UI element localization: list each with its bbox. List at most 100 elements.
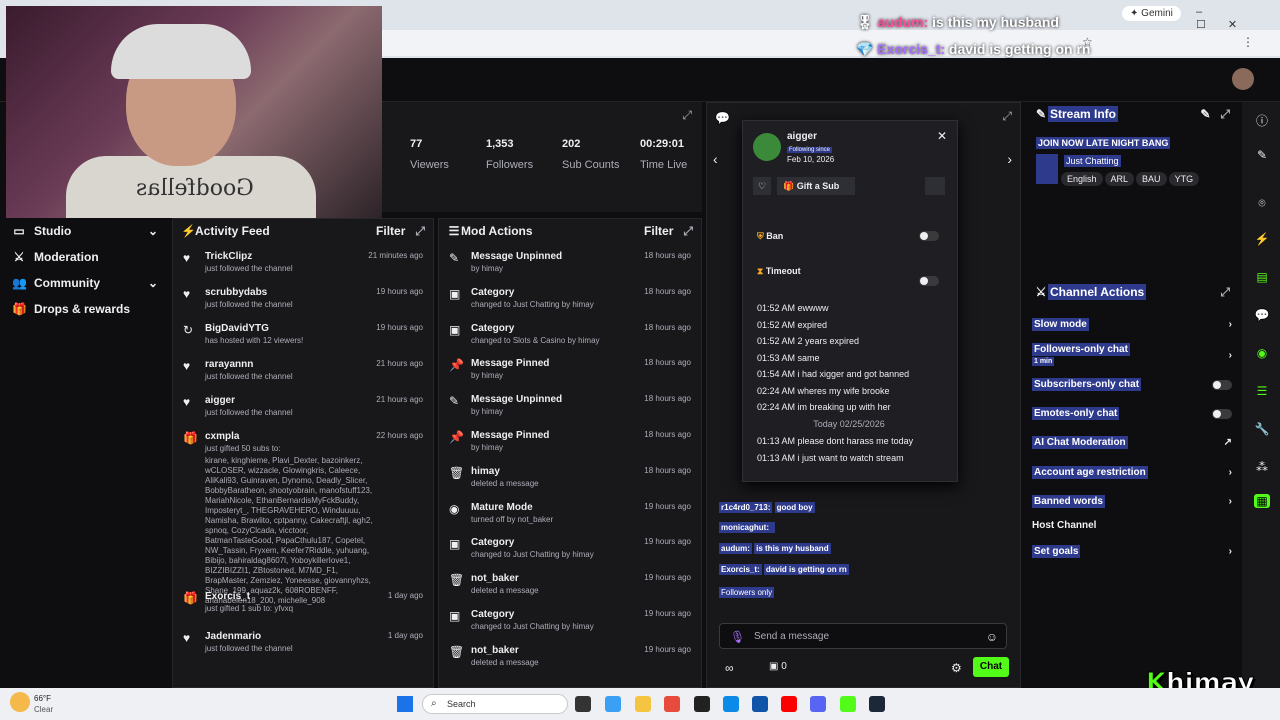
info-icon[interactable]: ⓘ: [1254, 112, 1270, 129]
feed-item[interactable]: 🎁 Exorcis_t just gifted 1 sub to: yfvxq 1 d…: [173, 591, 433, 614]
sidebar-item-studio[interactable]: ▭ Studio ⌄: [0, 218, 170, 244]
chevron-right-icon: ›: [1228, 496, 1232, 507]
slow-mode-item[interactable]: Slow mode ›: [1026, 318, 1238, 331]
subscribers-only-toggle[interactable]: [1212, 379, 1232, 390]
window-controls[interactable]: –☐✕: [1196, 6, 1280, 31]
menu-icon[interactable]: ⋮: [1242, 35, 1254, 49]
expand-icon[interactable]: ⤢: [1002, 109, 1012, 124]
people-icon[interactable]: ⁂: [1254, 460, 1270, 474]
feed-item[interactable]: ♥ aigger just followed the channel 21 hours…: [173, 395, 433, 418]
sidebar-item-drops[interactable]: 🎁 Drops & rewards: [0, 296, 170, 322]
broadcast-icon[interactable]: ◉: [1254, 346, 1270, 360]
mod-action-item[interactable]: ✎ Message Unpinned by himay 18 hours ago: [439, 394, 701, 417]
sword-icon: ⚔: [1035, 285, 1047, 299]
chat-send-button[interactable]: Chat: [973, 657, 1009, 677]
filter-button[interactable]: Filter: [376, 224, 405, 238]
banned-words-item[interactable]: Banned words ›: [1026, 495, 1238, 508]
list-icon[interactable]: ☰: [1254, 384, 1270, 398]
mod-action-icon: 🗑: [449, 644, 465, 659]
users-icon: 👥: [12, 276, 27, 290]
mod-action-item[interactable]: ▣ Category changed to Just Chatting by him…: [439, 609, 701, 632]
mod-action-item[interactable]: ▣ Category changed to Just Chatting by him…: [439, 287, 701, 310]
account-age-item[interactable]: Account age restriction ›: [1026, 466, 1238, 479]
youtube-icon[interactable]: [781, 696, 797, 712]
kick-icon[interactable]: [840, 696, 856, 712]
chat-icon[interactable]: 💬: [1254, 308, 1270, 322]
stat-viewers: 77 Viewers: [410, 138, 449, 171]
chevron-right-icon: ›: [1228, 319, 1232, 330]
mod-action-item[interactable]: ▣ Category changed to Just Chatting by him…: [439, 537, 701, 560]
ai-moderation-item[interactable]: AI Chat Moderation ↗: [1026, 436, 1238, 449]
camera-icon[interactable]: ⌾: [1254, 196, 1270, 211]
right-rail: ⓘ ✎ ⌾ ⚡ ▤ 💬 ◉ ☰ 🔧 ⁂ ▦: [1242, 102, 1280, 688]
chrome-icon[interactable]: [664, 696, 680, 712]
edge-icon[interactable]: [723, 696, 739, 712]
card-icon[interactable]: ▤: [1254, 270, 1270, 284]
mic-icon[interactable]: [925, 177, 945, 195]
timeout-toggle[interactable]: [919, 276, 939, 286]
expand-icon[interactable]: ⤢: [415, 224, 425, 239]
chat-input[interactable]: 🎙 Send a message ☺: [719, 623, 1007, 649]
feed-item[interactable]: ♥ rarayannn just followed the channel 21 ho…: [173, 359, 433, 382]
taskbar-search[interactable]: ⌕ Search: [422, 694, 568, 714]
taskview-icon[interactable]: [575, 696, 591, 712]
mod-action-icon: 🗑: [449, 465, 465, 480]
expand-icon[interactable]: ⤢: [682, 108, 692, 123]
mic-icon[interactable]: 🎙: [730, 630, 745, 644]
mod-action-item[interactable]: 🗑 not_baker deleted a message 19 hours ago: [439, 645, 701, 668]
popup-username[interactable]: aigger: [787, 131, 817, 142]
emotes-only-toggle[interactable]: [1212, 408, 1232, 419]
mod-action-item[interactable]: 🗑 himay deleted a message 18 hours ago: [439, 466, 701, 489]
avatar[interactable]: [1232, 68, 1254, 90]
mod-action-item[interactable]: 📌 Message Pinned by himay 18 hours ago: [439, 430, 701, 453]
set-goals-item[interactable]: Set goals ›: [1026, 545, 1238, 558]
expand-icon[interactable]: ⤢: [1220, 285, 1230, 300]
sidebar-item-moderation[interactable]: ⚔ Moderation: [0, 244, 170, 270]
lightning-icon[interactable]: ⚡: [1254, 232, 1270, 246]
feed-item[interactable]: ♥ Jadenmario just followed the channel 1 da…: [173, 631, 433, 654]
followers-only-item[interactable]: Followers-only chat 1 min ›: [1026, 343, 1238, 366]
emoji-icon[interactable]: ☺: [986, 630, 998, 644]
mod-action-item[interactable]: ▣ Category changed to Slots & Casino by hi…: [439, 323, 701, 346]
chevron-left-icon[interactable]: ‹: [713, 151, 718, 167]
subscribers-only-item[interactable]: Subscribers-only chat: [1026, 378, 1238, 391]
channel-actions-panel: ⚔ Channel Actions ⤢ Slow mode › Followers-o…: [1026, 280, 1238, 580]
host-channel-item[interactable]: Host Channel: [1026, 520, 1238, 531]
gear-icon[interactable]: ⚙: [951, 661, 962, 675]
app-icon[interactable]: ▦: [1254, 494, 1270, 508]
gift-sub-button[interactable]: 🎁 Gift a Sub: [777, 177, 855, 195]
pencil-icon[interactable]: ✎: [1254, 148, 1270, 162]
stream-chat-overlay: 🎖 audum: is this my husband 💎 Exorcis_t:…: [856, 14, 1091, 57]
feed-item[interactable]: ♥ TrickClipz just followed the channel 21 m…: [173, 251, 433, 274]
mod-action-item[interactable]: 📌 Message Pinned by himay 18 hours ago: [439, 358, 701, 381]
chevron-right-icon[interactable]: ›: [1007, 151, 1012, 167]
emotes-only-item[interactable]: Emotes-only chat: [1026, 407, 1238, 420]
wrench-icon[interactable]: 🔧: [1254, 422, 1270, 436]
discord-icon[interactable]: [810, 696, 826, 712]
app-icon[interactable]: [605, 696, 621, 712]
expand-icon[interactable]: ⤢: [1220, 107, 1230, 122]
steam-icon[interactable]: [869, 696, 885, 712]
mod-action-item[interactable]: 🗑 not_baker deleted a message 19 hours ago: [439, 573, 701, 596]
gift-icon: 🎁: [12, 302, 27, 316]
sidebar-item-community[interactable]: 👥 Community ⌄: [0, 270, 170, 296]
infinity-icon[interactable]: ∞: [725, 661, 734, 675]
followers-only-notice: Followers only: [719, 587, 775, 598]
ban-toggle[interactable]: [919, 231, 939, 241]
mod-action-item[interactable]: ✎ Message Unpinned by himay 18 hours ago: [439, 251, 701, 274]
app-icon[interactable]: [752, 696, 768, 712]
windows-start-icon[interactable]: [397, 696, 413, 712]
close-icon[interactable]: ✕: [937, 129, 947, 143]
filter-button[interactable]: Filter: [644, 224, 673, 238]
feed-item[interactable]: 🎁 cxmpla just gifted 50 subs to: kirane, ki…: [173, 431, 433, 606]
app-icon[interactable]: [694, 696, 710, 712]
heart-icon[interactable]: ♡: [753, 177, 771, 195]
feed-item[interactable]: ↻ BigDavidYTG has hosted with 12 viewers! 1…: [173, 323, 433, 346]
expand-icon[interactable]: ⤢: [683, 224, 693, 239]
pencil-icon[interactable]: ✎: [1200, 107, 1210, 121]
chevron-down-icon: ⌄: [147, 224, 158, 238]
mod-action-item[interactable]: ◉ Mature Mode turned off by not_baker 19 ho…: [439, 502, 701, 525]
gift-icon: 🎁: [183, 431, 198, 445]
feed-item[interactable]: ♥ scrubbydabs just followed the channel 19 …: [173, 287, 433, 310]
folder-icon[interactable]: [635, 696, 651, 712]
